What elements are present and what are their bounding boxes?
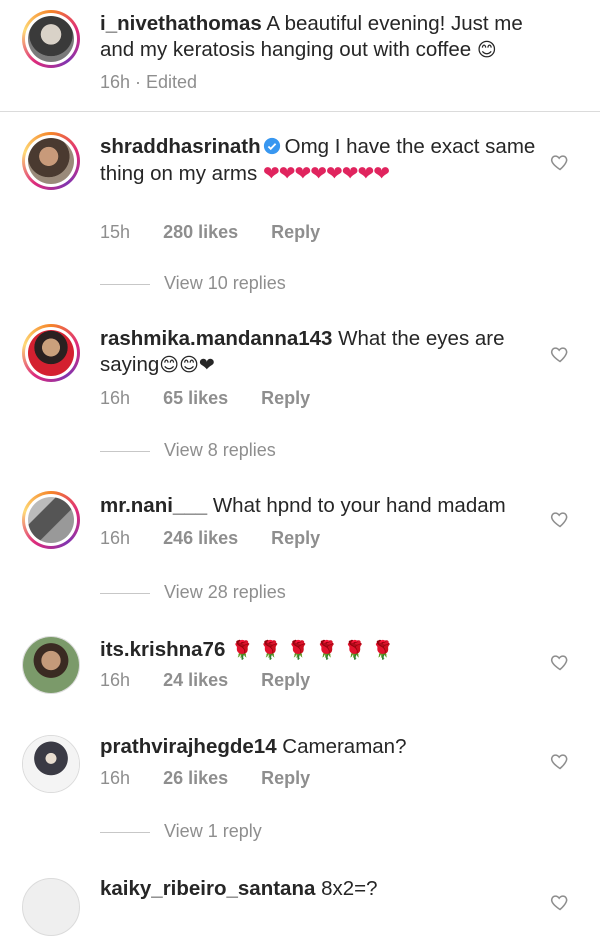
- divider-line: [100, 450, 150, 452]
- divider-line: [100, 283, 150, 285]
- post-caption: i_nivethathomas A beautiful evening! Jus…: [0, 0, 600, 112]
- avatar[interactable]: [22, 324, 80, 382]
- heart-outline-icon[interactable]: [550, 751, 570, 771]
- view-replies-label[interactable]: View 1 reply: [164, 821, 262, 841]
- caption-meta: 16h · Edited: [100, 72, 198, 92]
- view-replies-label[interactable]: View 28 replies: [164, 582, 286, 602]
- caption-avatar[interactable]: [22, 10, 80, 68]
- comment-meta: 16h 65 likes Reply: [100, 388, 310, 409]
- avatar[interactable]: [22, 132, 80, 190]
- view-replies[interactable]: View 8 replies: [100, 440, 276, 461]
- heart-outline-icon[interactable]: [550, 509, 570, 529]
- view-replies[interactable]: View 28 replies: [100, 582, 286, 603]
- comment-text: mr.nani___ What hpnd to your hand madam: [100, 493, 540, 519]
- avatar[interactable]: [22, 735, 80, 793]
- comment-time: 15h: [100, 222, 131, 242]
- verified-badge-icon: [263, 137, 280, 155]
- comment-username[interactable]: its.krishna76: [100, 638, 225, 661]
- smile-emoji: 😊: [476, 39, 497, 61]
- comment-username[interactable]: shraddhasrinath: [100, 135, 261, 158]
- comment-meta: 16h 26 likes Reply: [100, 768, 310, 789]
- avatar[interactable]: [22, 491, 80, 549]
- comment-body: 8x2=?: [321, 877, 378, 900]
- comment-text: kaiky_ribeiro_santana 8x2=?: [100, 876, 540, 902]
- likes-count[interactable]: 65 likes: [163, 388, 228, 408]
- avatar[interactable]: [22, 878, 80, 936]
- caption-username[interactable]: i_nivethathomas: [100, 12, 262, 35]
- heart-outline-icon[interactable]: [550, 892, 570, 912]
- heart-outline-icon[interactable]: [550, 652, 570, 672]
- comment-body: Cameraman?: [282, 735, 407, 758]
- reply-button[interactable]: Reply: [261, 768, 310, 788]
- likes-count[interactable]: 26 likes: [163, 768, 228, 788]
- view-replies[interactable]: View 10 replies: [100, 273, 286, 294]
- likes-count[interactable]: 246 likes: [163, 528, 238, 548]
- caption-text: i_nivethathomas A beautiful evening! Jus…: [100, 11, 540, 63]
- comment-meta: 16h 24 likes Reply: [100, 670, 310, 691]
- comment-body: What hpnd to your hand madam: [212, 494, 506, 517]
- likes-count[interactable]: 280 likes: [163, 222, 238, 242]
- comment-text: rashmika.mandanna143 What the eyes are s…: [100, 326, 540, 378]
- comment-username[interactable]: rashmika.mandanna143: [100, 327, 332, 350]
- comment-username[interactable]: prathvirajhegde14: [100, 735, 277, 758]
- reply-button[interactable]: Reply: [261, 670, 310, 690]
- comment-time: 16h: [100, 768, 131, 788]
- emoji-group: 😊😊❤: [159, 354, 215, 376]
- comment-time: 16h: [100, 388, 131, 408]
- comment-meta: 16h 246 likes Reply: [100, 528, 320, 549]
- comment-username[interactable]: mr.nani___: [100, 494, 207, 517]
- likes-count[interactable]: 24 likes: [163, 670, 228, 690]
- reply-button[interactable]: Reply: [271, 222, 320, 242]
- comment-time: 16h: [100, 528, 131, 548]
- rose-emoji-group: 🌹 🌹 🌹 🌹 🌹 🌹: [231, 640, 395, 661]
- divider-line: [100, 831, 150, 833]
- hearts-emoji: ❤❤❤❤❤❤❤❤: [262, 161, 390, 185]
- comment-meta: 15h 280 likes Reply: [100, 222, 320, 243]
- view-replies[interactable]: View 1 reply: [100, 821, 262, 842]
- comment-time: 16h: [100, 670, 131, 690]
- heart-outline-icon[interactable]: [550, 152, 570, 172]
- divider-line: [100, 592, 150, 594]
- heart-outline-icon[interactable]: [550, 344, 570, 364]
- view-replies-label[interactable]: View 10 replies: [164, 273, 286, 293]
- comment-username[interactable]: kaiky_ribeiro_santana: [100, 877, 315, 900]
- comment-text: its.krishna76 🌹 🌹 🌹 🌹 🌹 🌹: [100, 637, 540, 664]
- avatar[interactable]: [22, 636, 80, 694]
- reply-button[interactable]: Reply: [271, 528, 320, 548]
- comment-text: prathvirajhegde14 Cameraman?: [100, 734, 540, 760]
- reply-button[interactable]: Reply: [261, 388, 310, 408]
- view-replies-label[interactable]: View 8 replies: [164, 440, 276, 460]
- comment-text: shraddhasrinath Omg I have the exact same…: [100, 134, 540, 187]
